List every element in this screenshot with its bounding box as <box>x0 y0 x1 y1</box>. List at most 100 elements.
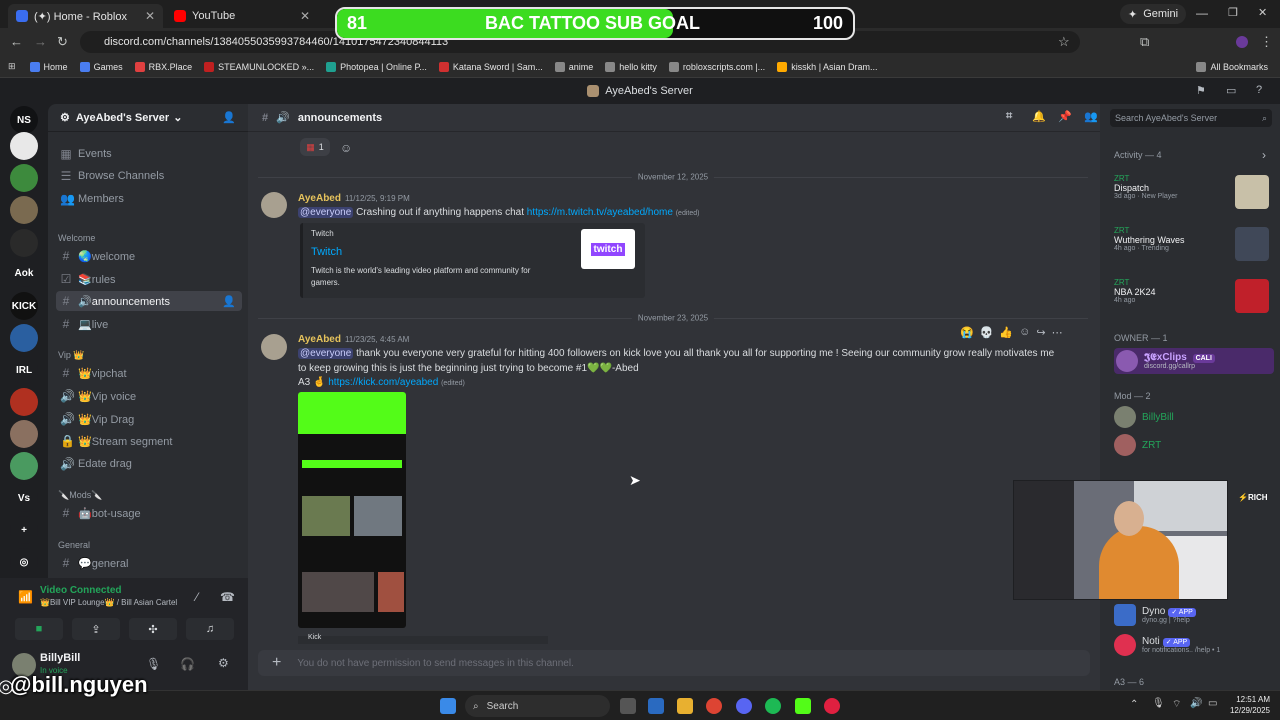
voice-location[interactable]: 👑Bill VIP Lounge👑 / Bill Asian Cartel <box>40 598 177 607</box>
server-icon[interactable] <box>10 229 38 257</box>
reaction-chip[interactable]: ▦ 1 <box>300 138 330 156</box>
server-header[interactable]: ⚙ AyeAbed's Server ⌄ 👤 <box>48 104 248 132</box>
channel-vipchat[interactable]: # 👑vipchat <box>56 363 242 383</box>
restore-icon[interactable]: ❐ <box>1228 6 1238 19</box>
bookmark-item[interactable]: STEAMUNLOCKED »... <box>204 61 314 72</box>
discord-icon[interactable] <box>736 698 752 714</box>
add-attachment-icon[interactable]: + <box>272 654 281 672</box>
member-bot[interactable]: Dyno ✓ APP dyno.gg | ?help <box>1114 604 1196 626</box>
twitch-thumbnail[interactable]: twitch <box>581 229 635 269</box>
avatar[interactable] <box>261 334 287 360</box>
sidebar-item-events[interactable]: ▦ Events <box>56 144 242 164</box>
channel-rules[interactable]: ☑ 📚rules <box>56 269 242 289</box>
kick-screenshot-image[interactable] <box>298 392 406 628</box>
server-icon[interactable]: + <box>10 516 38 544</box>
settings-icon[interactable]: ⚙ <box>218 656 229 670</box>
chrome-icon[interactable] <box>706 698 722 714</box>
widget-icon[interactable] <box>648 698 664 714</box>
bookmark-item[interactable]: anime <box>554 61 593 72</box>
invite-icon[interactable]: 👤 <box>222 295 236 308</box>
all-bookmarks-button[interactable]: All Bookmarks <box>1196 61 1268 72</box>
sidebar-item-browse[interactable]: ☰ Browse Channels <box>56 166 242 186</box>
bookmark-star-icon[interactable]: ☆ <box>1058 34 1070 50</box>
channel-live[interactable]: # 💻live <box>56 314 242 334</box>
search-input[interactable]: Search AyeAbed's Server ⌕ <box>1110 109 1272 127</box>
menu-icon[interactable]: ⋮ <box>1260 34 1273 50</box>
reaction-crying-icon[interactable]: 😭 <box>960 326 974 339</box>
add-member-icon[interactable]: 👤 <box>222 111 236 124</box>
category-welcome[interactable]: Welcome <box>58 233 95 243</box>
close-icon[interactable]: ✕ <box>300 9 310 23</box>
avatar[interactable] <box>261 192 287 218</box>
threads-icon[interactable]: ⌗ <box>1006 110 1012 123</box>
microphone-icon[interactable]: 🎙 <box>146 657 161 671</box>
reload-icon[interactable]: ↻ <box>57 34 68 50</box>
wifi-icon[interactable]: ⌔ <box>1172 698 1181 711</box>
battery-icon[interactable]: ▭ <box>1208 698 1217 709</box>
screen-icon[interactable]: ▭ <box>1226 84 1236 97</box>
activity-card[interactable]: ZRT NBA 2K24 4h ago <box>1114 278 1156 304</box>
camera-button[interactable]: ■ <box>15 618 63 640</box>
server-icon[interactable]: Vs <box>10 484 38 512</box>
file-explorer-icon[interactable] <box>677 698 693 714</box>
category-general[interactable]: General <box>58 540 90 550</box>
forward-icon[interactable]: ↪ <box>1036 326 1045 339</box>
reaction-thumbs-icon[interactable]: 👍 <box>999 326 1013 339</box>
channel-welcome[interactable]: # 🌏welcome <box>56 246 242 266</box>
server-icon[interactable] <box>10 452 38 480</box>
embed-title[interactable]: Twitch <box>311 246 342 258</box>
bookmark-item[interactable]: Katana Sword | Sam... <box>438 61 543 72</box>
bookmark-item[interactable]: robloxscripts.com |... <box>668 61 765 72</box>
task-view-icon[interactable] <box>620 698 636 714</box>
bookmark-item[interactable]: Home <box>29 61 68 72</box>
channel-bot-usage[interactable]: # 🤖bot-usage <box>56 503 242 523</box>
volume-icon[interactable]: 🔊 <box>1190 698 1202 709</box>
close-icon[interactable]: ✕ <box>145 9 155 23</box>
channel-edate-drag[interactable]: 🔊 Edate drag <box>56 454 242 474</box>
bell-icon[interactable]: 🔔 <box>1032 110 1046 123</box>
server-icon[interactable] <box>10 388 38 416</box>
member-owner[interactable]: 𝕵𝕰xClips CALI discord.gg/callrp <box>1114 348 1274 374</box>
clock[interactable]: 12:51 AM 12/29/2025 <box>1220 694 1270 716</box>
message-author[interactable]: AyeAbed 11/12/25, 9:19 PM <box>298 193 410 204</box>
member-mod[interactable]: ZRT <box>1114 434 1161 456</box>
reaction-skull-icon[interactable]: 💀 <box>980 326 994 339</box>
spotify-icon[interactable] <box>765 698 781 714</box>
forward-icon[interactable]: → <box>34 34 47 49</box>
inbox-icon[interactable]: ⚑ <box>1196 84 1206 97</box>
kick-link[interactable]: https://kick.com/ayeabed <box>328 377 438 388</box>
profile-avatar[interactable] <box>1236 36 1248 48</box>
server-icon[interactable] <box>10 420 38 448</box>
screenshare-button[interactable]: ⇪ <box>72 618 120 640</box>
mention[interactable]: @everyone <box>298 207 354 218</box>
microphone-icon[interactable]: 🎙 <box>1152 698 1165 709</box>
server-icon[interactable] <box>10 164 38 192</box>
activity-card[interactable]: ZRT Wuthering Waves 4h ago · Trending <box>1114 226 1185 252</box>
gemini-button[interactable]: ✦ Gemini <box>1120 4 1187 24</box>
activity-card[interactable]: ZRT Dispatch 3d ago · New Player <box>1114 174 1177 200</box>
opera-icon[interactable] <box>824 698 840 714</box>
category-vip[interactable]: Vip 👑 <box>58 350 85 361</box>
server-icon[interactable] <box>10 196 38 224</box>
bookmark-item[interactable]: Photopea | Online P... <box>326 61 427 72</box>
noise-suppression-icon[interactable]: ⁄ <box>196 590 198 604</box>
channel-announcements[interactable]: # 🔊announcements 👤 <box>56 291 242 311</box>
bookmark-item[interactable]: kisskh | Asian Dram... <box>777 61 878 72</box>
headphones-icon[interactable]: 🎧 <box>180 657 195 671</box>
apps-icon[interactable]: ⊞ <box>8 61 16 72</box>
message-composer[interactable]: + You do not have permission to send mes… <box>258 650 1090 676</box>
server-icon[interactable]: Aok <box>10 259 38 287</box>
member-mod[interactable]: BillyBill <box>1114 406 1174 428</box>
help-icon[interactable]: ? <box>1256 84 1262 96</box>
server-icon[interactable]: NS <box>10 106 38 134</box>
server-icon[interactable] <box>10 132 38 160</box>
bookmark-item[interactable]: Games <box>79 61 123 72</box>
channel-vip-drag[interactable]: 🔊 👑Vip Drag <box>56 409 242 429</box>
voice-status[interactable]: Video Connected <box>40 585 122 596</box>
server-icon[interactable]: ◎ <box>10 548 38 576</box>
message-author[interactable]: AyeAbed 11/23/25, 4:45 AM <box>298 334 409 345</box>
tab-roblox[interactable]: (✦) Home - Roblox ✕ <box>8 4 163 28</box>
kick-icon[interactable] <box>795 698 811 714</box>
twitch-link[interactable]: https://m.twitch.tv/ayeabed/home <box>527 207 673 218</box>
add-reaction-icon[interactable]: ☺ <box>1019 326 1030 338</box>
